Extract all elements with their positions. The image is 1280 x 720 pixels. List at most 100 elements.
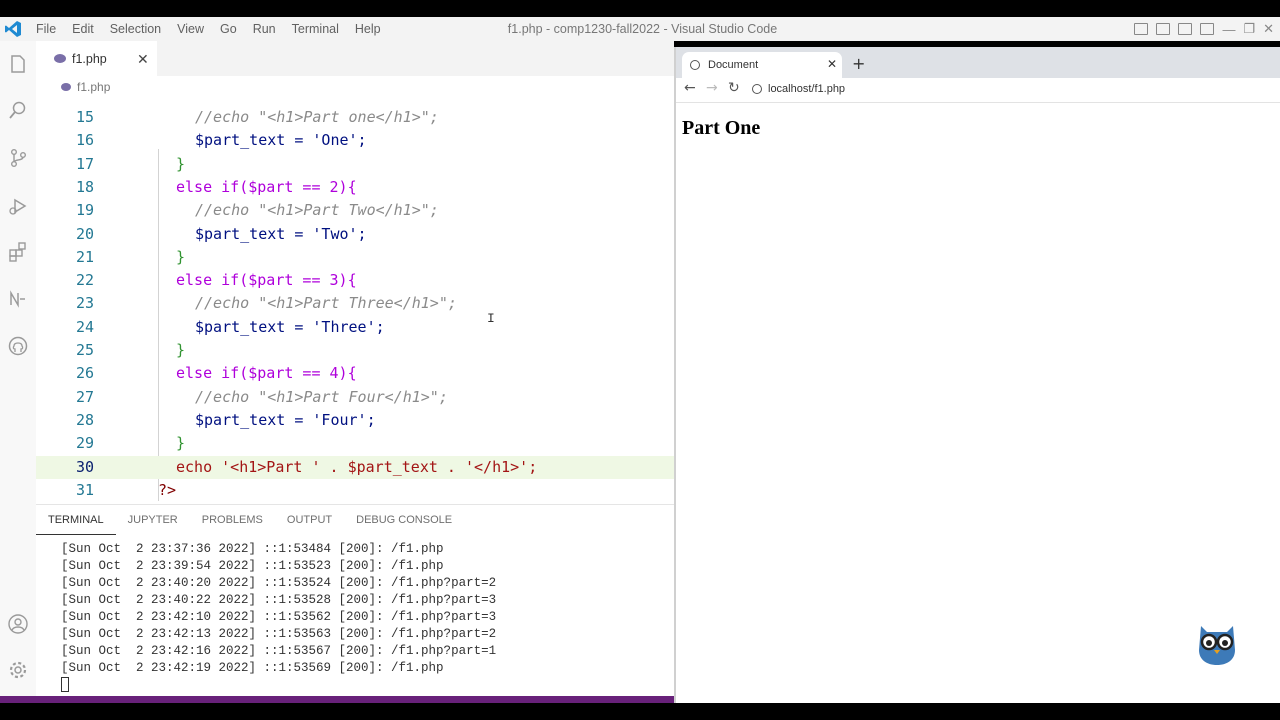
run-debug-icon[interactable] xyxy=(7,195,29,217)
line-number: 28 xyxy=(75,410,94,429)
terminal-line: [Sun Oct 2 23:40:20 2022] ::1:53524 [200… xyxy=(61,576,497,590)
line-number: 19 xyxy=(75,201,94,220)
terminal-line: [Sun Oct 2 23:42:10 2022] ::1:53562 [200… xyxy=(61,610,497,624)
window-controls: — ❐ ✕ xyxy=(1134,17,1280,41)
terminal-line: [Sun Oct 2 23:37:36 2022] ::1:53484 [200… xyxy=(61,542,444,556)
code-line: 19 //echo "<h1>Part Two</h1>"; xyxy=(36,199,674,222)
code-text: //echo "<h1>Part Two</h1>"; xyxy=(195,201,439,220)
editor-tab-label: f1.php xyxy=(72,51,107,66)
code-text: else if($part == 3){ xyxy=(176,271,357,290)
code-line: 26 else if($part == 4){ xyxy=(36,362,674,385)
github-icon[interactable] xyxy=(7,335,29,357)
code-text: } xyxy=(176,247,186,266)
address-bar[interactable]: localhost/f1.php xyxy=(752,79,845,99)
code-text: //echo "<h1>Part Three</h1>"; xyxy=(195,294,457,313)
code-line: 23 //echo "<h1>Part Three</h1>"; xyxy=(36,292,674,315)
code-line: 16 $part_text = 'One'; xyxy=(36,129,674,152)
code-line: 25} xyxy=(36,339,674,362)
page-heading: Part One xyxy=(682,117,761,139)
forward-arrow-icon[interactable]: → xyxy=(706,80,718,96)
reload-icon[interactable]: ↻ xyxy=(728,80,740,96)
tab-terminal[interactable]: TERMINAL xyxy=(36,505,116,535)
back-arrow-icon[interactable]: ← xyxy=(684,80,696,96)
php-file-icon xyxy=(54,54,66,63)
editor-area: f1.php ✕ f1.php 15 //echo "<h1>Part one</… xyxy=(36,41,674,696)
code-line: 20 $part_text = 'Two'; xyxy=(36,223,674,246)
breadcrumb-file[interactable]: f1.php xyxy=(77,80,110,94)
close-window-icon[interactable]: ✕ xyxy=(1263,21,1274,37)
close-icon[interactable]: ✕ xyxy=(137,51,149,68)
code-text: ?> xyxy=(158,480,177,499)
code-editor[interactable]: 15 //echo "<h1>Part one</h1>"; 16 $part_te… xyxy=(36,93,674,501)
editor-tab-bar: f1.php ✕ xyxy=(36,41,674,76)
customize-layout-icon[interactable] xyxy=(1200,23,1215,35)
tab-jupyter[interactable]: JUPYTER xyxy=(116,505,190,535)
line-number: 18 xyxy=(75,177,94,196)
new-tab-icon[interactable]: + xyxy=(852,54,865,73)
terminal-line: [Sun Oct 2 23:39:54 2022] ::1:53523 [200… xyxy=(61,559,444,573)
close-icon[interactable]: ✕ xyxy=(827,57,837,71)
code-text: echo '<h1>Part ' . $part_text . '</h1>'; xyxy=(176,457,538,476)
line-number: 16 xyxy=(75,131,94,150)
code-line: 29} xyxy=(36,432,674,455)
code-text: //echo "<h1>Part one</h1>"; xyxy=(195,108,439,126)
line-number: 26 xyxy=(75,364,94,383)
code-line: 24 $part_text = 'Three'; xyxy=(36,316,674,339)
window-title: f1.php - comp1230-fall2022 - Visual Stud… xyxy=(507,22,778,36)
bottom-panel: TERMINAL JUPYTER PROBLEMS OUTPUT DEBUG C… xyxy=(36,504,674,696)
minimize-icon[interactable]: — xyxy=(1222,22,1235,37)
restore-icon[interactable]: ❐ xyxy=(1243,21,1255,37)
breadcrumb[interactable]: f1.php xyxy=(61,80,110,94)
code-text: } xyxy=(176,434,186,453)
code-text: else if($part == 2){ xyxy=(176,177,357,196)
editor-tab-f1-php[interactable]: f1.php ✕ xyxy=(36,41,157,76)
line-number: 20 xyxy=(75,224,94,243)
source-control-icon[interactable] xyxy=(7,147,29,169)
browser-tab-strip: Document ✕ + xyxy=(676,47,1280,78)
terminal-line: [Sun Oct 2 23:42:16 2022] ::1:53567 [200… xyxy=(61,644,497,658)
code-text: } xyxy=(176,341,186,359)
text-cursor-icon: I xyxy=(487,311,495,326)
explorer-icon[interactable] xyxy=(7,53,29,75)
account-icon[interactable] xyxy=(7,613,29,635)
tab-problems[interactable]: PROBLEMS xyxy=(190,505,275,535)
letterbox-top xyxy=(0,0,1280,17)
code-text: //echo "<h1>Part Four</h1>"; xyxy=(195,387,448,406)
line-number: 31 xyxy=(75,480,94,499)
tab-output[interactable]: OUTPUT xyxy=(275,505,344,535)
toggle-secondary-sidebar-icon[interactable] xyxy=(1178,23,1193,35)
browser-toolbar: ← → ↻ localhost/f1.php xyxy=(676,78,1280,103)
terminal-output[interactable]: [Sun Oct 2 23:37:36 2022] ::1:53484 [200… xyxy=(61,541,496,677)
info-icon[interactable] xyxy=(752,84,762,94)
url-text: localhost/f1.php xyxy=(768,83,846,95)
status-bar xyxy=(0,696,674,703)
line-number: 25 xyxy=(75,341,94,359)
line-number: 15 xyxy=(75,108,94,126)
search-icon[interactable] xyxy=(7,99,29,121)
toggle-sidebar-icon[interactable] xyxy=(1134,23,1149,35)
gear-icon[interactable] xyxy=(7,659,29,681)
titlebar: File Edit Selection View Go Run Terminal… xyxy=(0,17,1280,41)
code-line: 28 $part_text = 'Four'; xyxy=(36,409,674,432)
code-line: 15 //echo "<h1>Part one</h1>"; xyxy=(36,106,674,129)
line-number: 17 xyxy=(75,154,94,173)
code-text: $part_text = 'Three'; xyxy=(195,317,385,336)
code-text: else if($part == 4){ xyxy=(176,364,357,383)
globe-icon xyxy=(690,60,700,70)
extensions-icon[interactable] xyxy=(7,241,29,263)
code-text: } xyxy=(176,154,186,173)
code-line: 22 else if($part == 3){ xyxy=(36,269,674,292)
line-number: 30 xyxy=(75,457,94,476)
line-number: 21 xyxy=(75,247,94,266)
tab-debug-console[interactable]: DEBUG CONSOLE xyxy=(344,505,464,535)
toggle-panel-icon[interactable] xyxy=(1156,23,1171,35)
code-line: 18 else if($part == 2){ xyxy=(36,176,674,199)
code-text: $part_text = 'One'; xyxy=(195,131,367,150)
code-line: 31 ?> xyxy=(36,479,674,501)
terminal-line: [Sun Oct 2 23:40:22 2022] ::1:53528 [200… xyxy=(61,593,497,607)
n-icon[interactable] xyxy=(7,288,29,310)
browser-tab[interactable]: Document ✕ xyxy=(682,52,842,78)
browser-tab-title: Document xyxy=(708,59,759,71)
code-text: $part_text = 'Two'; xyxy=(195,224,367,243)
php-file-icon xyxy=(61,83,71,91)
